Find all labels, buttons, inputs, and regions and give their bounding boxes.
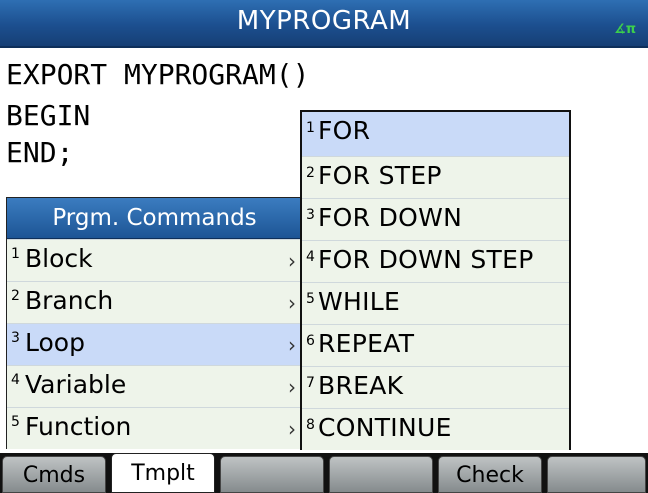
item-number: 3 (11, 330, 20, 346)
menu-item-branch[interactable]: 2 Branch › (7, 281, 302, 323)
menu-item-variable[interactable]: 4 Variable › (7, 365, 302, 407)
menu-item-block[interactable]: 1 Block › (7, 239, 302, 281)
calculator-screen: MYPROGRAM ∡π EXPORT MYPROGRAM() BEGIN EN… (0, 0, 648, 493)
loop-item-repeat[interactable]: 6 REPEAT (302, 324, 569, 366)
menu-title: Prgm. Commands (7, 198, 302, 239)
program-title: MYPROGRAM (236, 6, 412, 36)
item-label: Variable (25, 370, 127, 399)
loop-item-while[interactable]: 5 WHILE (302, 282, 569, 324)
item-number: 2 (306, 165, 315, 181)
loop-item-for[interactable]: 1 FOR (302, 112, 569, 156)
item-number: 1 (306, 120, 315, 136)
code-line-2[interactable]: BEGIN (6, 99, 90, 133)
item-number: 2 (11, 288, 20, 304)
loop-item-for-step[interactable]: 2 FOR STEP (302, 156, 569, 198)
item-number: 5 (11, 414, 20, 430)
chevron-right-icon: › (288, 375, 296, 399)
item-label: FOR DOWN (318, 203, 463, 232)
angle-mode-icon: ∡π (614, 22, 636, 37)
item-number: 4 (11, 372, 20, 388)
item-label: Block (25, 244, 93, 273)
item-label: FOR DOWN STEP (318, 245, 534, 274)
item-number: 6 (306, 333, 315, 349)
item-label: CONTINUE (318, 413, 452, 442)
item-number: 4 (306, 249, 315, 265)
chevron-right-icon: › (288, 333, 296, 357)
item-label: WHILE (318, 287, 401, 316)
prgm-commands-menu: Prgm. Commands 1 Block › 2 Branch › 3 Lo… (6, 197, 303, 449)
code-line-1[interactable]: EXPORT MYPROGRAM() (6, 58, 309, 92)
chevron-right-icon: › (288, 249, 296, 273)
item-number: 8 (306, 417, 315, 433)
loop-item-for-down-step[interactable]: 4 FOR DOWN STEP (302, 240, 569, 282)
item-number: 1 (11, 246, 20, 262)
loop-submenu: 1 FOR 2 FOR STEP 3 FOR DOWN 4 FOR DOWN S… (300, 110, 571, 450)
item-label: Loop (25, 328, 85, 357)
chevron-right-icon: › (288, 417, 296, 441)
item-number: 7 (306, 375, 315, 391)
tmplt-softkey[interactable]: Tmplt (111, 453, 215, 493)
item-number: 3 (306, 207, 315, 223)
softkey-4[interactable] (329, 456, 433, 493)
check-softkey[interactable]: Check (438, 456, 542, 493)
loop-item-for-down[interactable]: 3 FOR DOWN (302, 198, 569, 240)
chevron-right-icon: › (288, 291, 296, 315)
loop-item-break[interactable]: 7 BREAK (302, 366, 569, 408)
item-label: FOR (318, 116, 371, 145)
item-label: BREAK (318, 371, 404, 400)
loop-item-continue[interactable]: 8 CONTINUE (302, 408, 569, 450)
code-line-3[interactable]: END; (6, 136, 73, 170)
title-bar: MYPROGRAM ∡π (0, 0, 648, 48)
item-number: 5 (306, 291, 315, 307)
item-label: Branch (25, 286, 114, 315)
item-label: FOR STEP (318, 161, 442, 190)
softkey-6[interactable] (547, 456, 646, 493)
item-label: Function (25, 412, 132, 441)
softkey-bar: Cmds Tmplt Check (0, 453, 648, 493)
cmds-softkey[interactable]: Cmds (2, 456, 106, 493)
item-label: REPEAT (318, 329, 415, 358)
menu-item-loop[interactable]: 3 Loop › (7, 323, 302, 365)
menu-item-function[interactable]: 5 Function › (7, 407, 302, 449)
softkey-3[interactable] (220, 456, 324, 493)
